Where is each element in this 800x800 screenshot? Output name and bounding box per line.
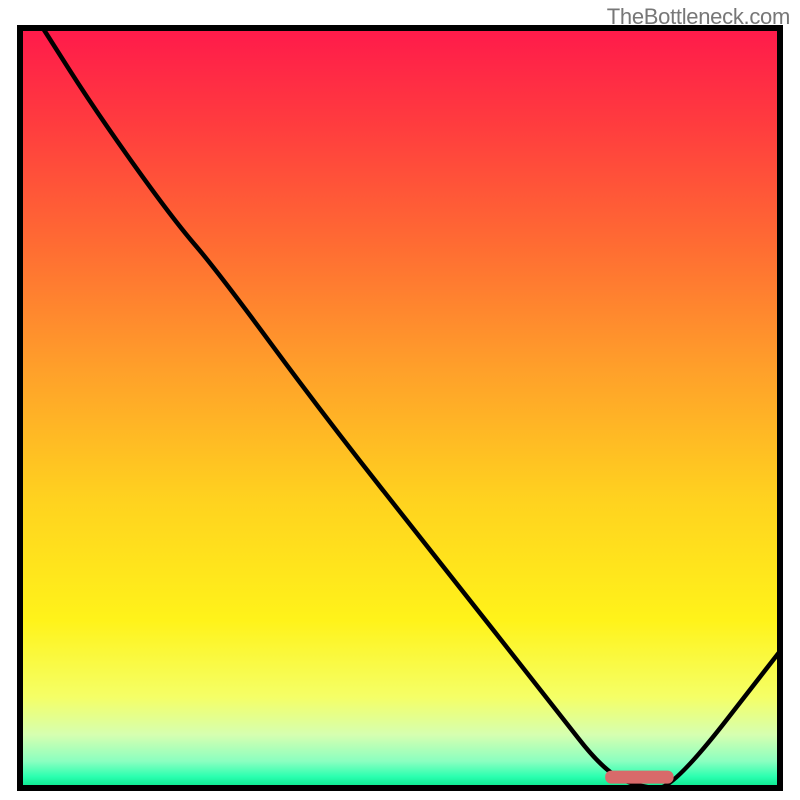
optimal-marker	[605, 771, 673, 784]
bottleneck-chart	[0, 0, 800, 800]
watermark-text: TheBottleneck.com	[607, 4, 790, 30]
plot-area	[20, 28, 780, 788]
